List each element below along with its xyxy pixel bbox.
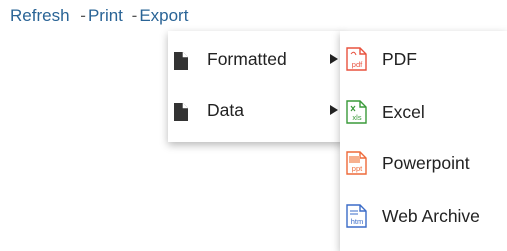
separator: -: [131, 6, 138, 25]
separator: -: [80, 6, 86, 25]
menu-item-label: Data: [207, 100, 244, 120]
svg-text:htm: htm: [351, 217, 364, 226]
menu-item-label: PDF: [382, 49, 417, 69]
document-icon: [174, 103, 188, 121]
menu-item-label: Formatted: [207, 49, 287, 69]
powerpoint-file-icon: ppt: [346, 151, 367, 175]
excel-file-icon: xls: [346, 100, 367, 124]
chevron-right-icon: [330, 105, 338, 115]
menu-item-label: Web Archive: [382, 206, 480, 226]
print-link[interactable]: Print: [88, 6, 123, 25]
refresh-link[interactable]: Refresh: [10, 6, 70, 25]
menu-item-web-archive[interactable]: htm Web Archive: [340, 194, 507, 238]
pdf-file-icon: pdf: [346, 47, 367, 71]
export-menu: Formatted Data: [168, 31, 344, 142]
formatted-submenu: pdf PDF xls Excel ppt Powerpoint htm Web…: [340, 31, 507, 251]
menu-item-label: Excel: [382, 102, 425, 122]
document-icon: [174, 52, 188, 70]
menu-item-data[interactable]: Data: [168, 88, 344, 132]
menu-item-pdf[interactable]: pdf PDF: [340, 37, 507, 81]
toolbar-links: Refresh - Print - Export: [10, 6, 188, 26]
svg-text:xls: xls: [352, 113, 361, 122]
web-archive-file-icon: htm: [346, 204, 367, 228]
menu-item-label: Powerpoint: [382, 153, 470, 173]
menu-item-powerpoint[interactable]: ppt Powerpoint: [340, 141, 507, 185]
svg-text:ppt: ppt: [352, 164, 363, 173]
export-link[interactable]: Export: [139, 6, 188, 25]
chevron-right-icon: [330, 54, 338, 64]
menu-item-formatted[interactable]: Formatted: [168, 37, 344, 81]
svg-text:pdf: pdf: [352, 60, 363, 69]
menu-item-excel[interactable]: xls Excel: [340, 90, 507, 134]
